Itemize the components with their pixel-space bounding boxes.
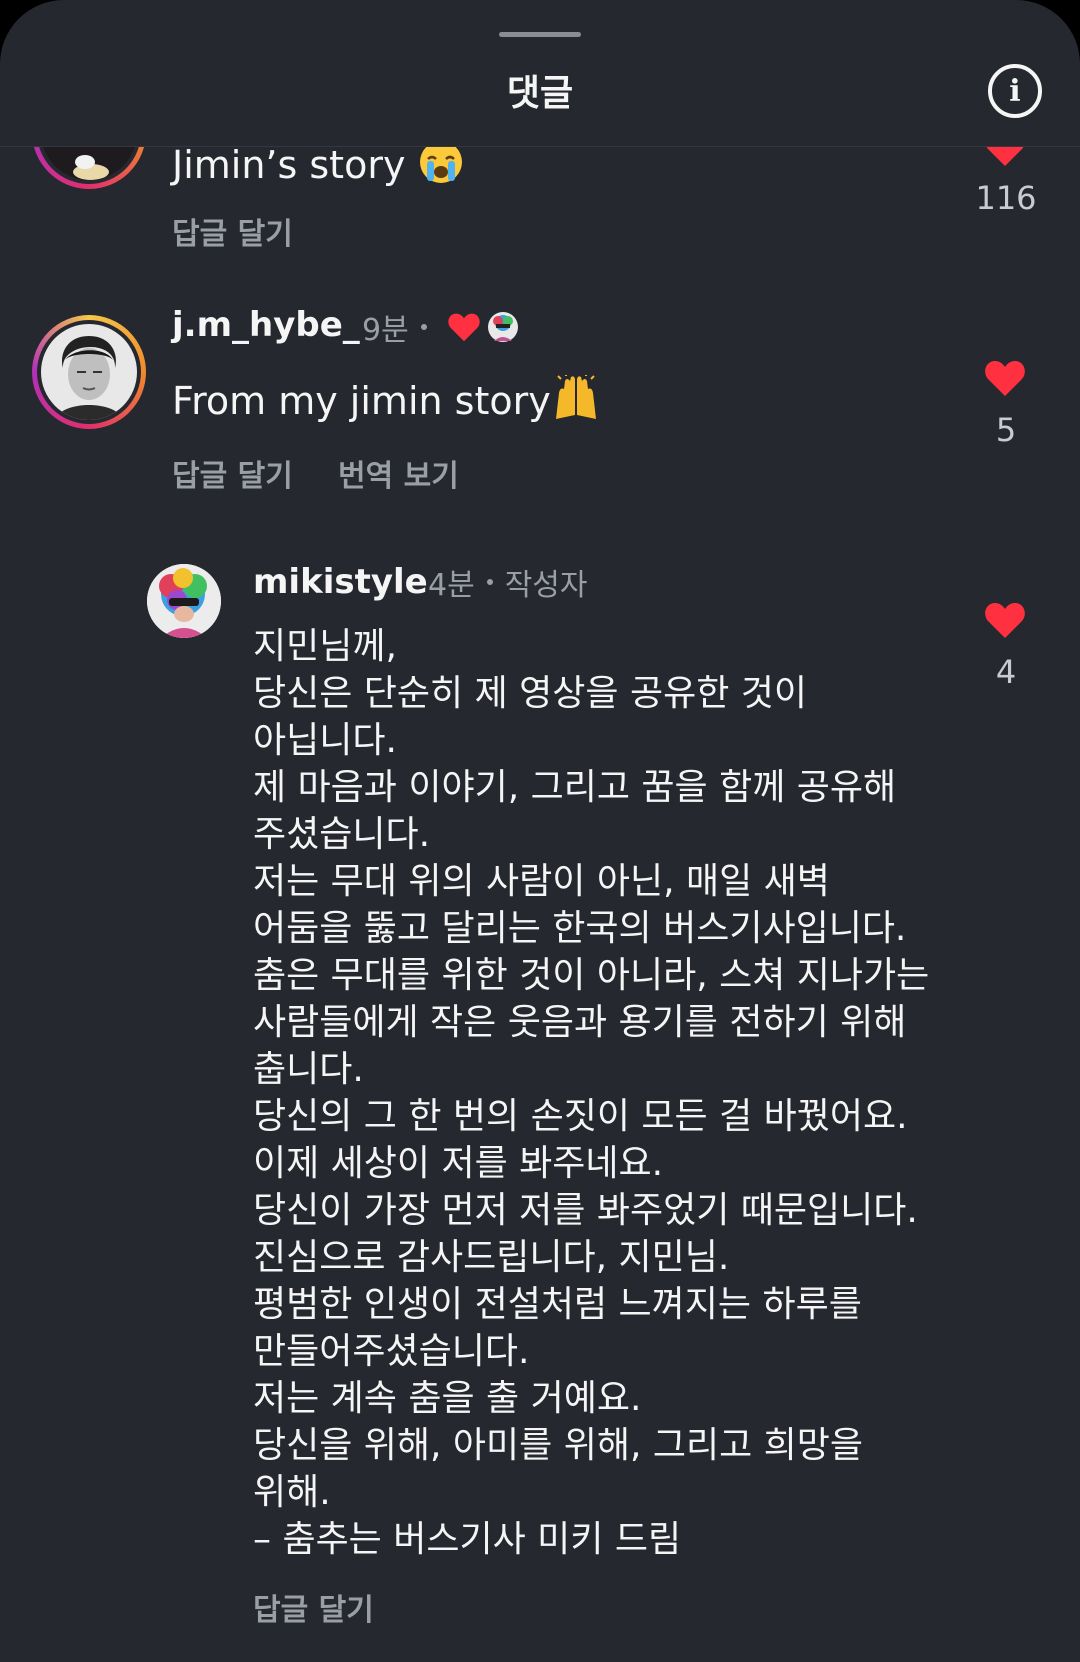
username[interactable]: j.m_hybe_: [172, 305, 360, 345]
heart-icon[interactable]: [984, 147, 1026, 167]
comment-text: From my jimin story: [172, 375, 601, 432]
comment-time: 4분: [428, 568, 475, 603]
raising-hands-icon: [551, 375, 601, 432]
author-avatar-mini: [487, 312, 518, 342]
drag-handle[interactable]: [499, 32, 581, 37]
avatar: [41, 324, 137, 420]
like-count: 4: [995, 653, 1017, 691]
reply-button[interactable]: 답글 달기: [172, 451, 293, 495]
info-icon[interactable]: i: [988, 64, 1042, 118]
liked-by-author-heart-icon: [448, 313, 480, 342]
avatar[interactable]: [147, 564, 221, 638]
avatar-story-ring[interactable]: [32, 147, 146, 189]
username[interactable]: mikistyle: [253, 562, 428, 602]
separator-dot: [486, 579, 493, 585]
like-count: 5: [995, 411, 1017, 449]
avatar-story-ring[interactable]: [32, 315, 146, 429]
comment-text: 지민님께, 당신은 단순히 제 영상을 공유한 것이 아닙니다. 제 마음과 이…: [253, 626, 930, 1560]
heart-icon[interactable]: [984, 601, 1026, 639]
reply-button[interactable]: 답글 달기: [172, 209, 293, 253]
comment-meta: 4분 작성자: [428, 560, 588, 604]
reply-button[interactable]: 답글 달기: [253, 1585, 374, 1629]
author-badge: 작성자: [504, 568, 588, 603]
comment-text: Jimin’s story: [172, 147, 464, 196]
translate-button[interactable]: 번역 보기: [338, 451, 459, 495]
sheet-title: 댓글: [506, 73, 574, 114]
separator-dot: [420, 324, 427, 330]
like-count: 116: [975, 179, 1037, 217]
comment-list[interactable]: Jimin’s story 답글 달기 116 j.m_hybe_ 9분 Fro…: [0, 147, 1080, 1662]
comment-time: 9분: [362, 313, 409, 348]
comments-sheet: 댓글 i Jimin’s story 답글 달기 116 j.m_hybe_ 9…: [0, 0, 1080, 1662]
crying-face-icon: [418, 147, 464, 196]
comment-meta: 9분: [362, 305, 519, 349]
avatar: [41, 147, 137, 180]
heart-icon[interactable]: [984, 359, 1026, 397]
